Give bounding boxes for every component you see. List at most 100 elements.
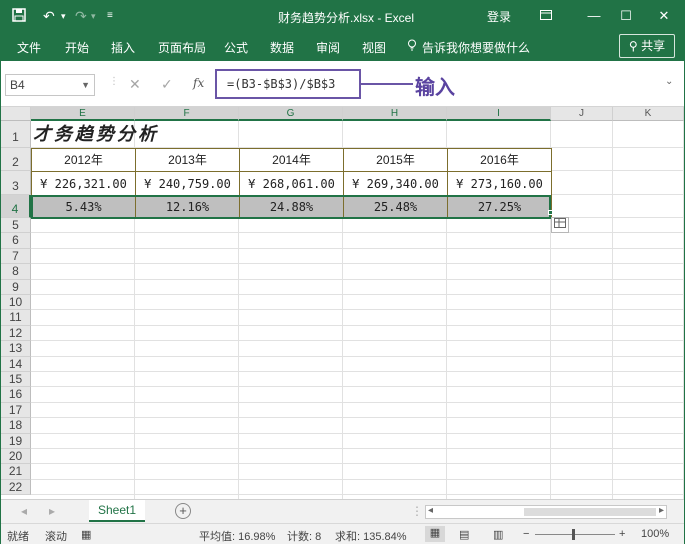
row-header-22[interactable]: 22 (1, 479, 31, 496)
amount-cell-g3[interactable]: ¥ 268,061.00 (239, 171, 344, 196)
redo-icon[interactable]: ↷ (75, 7, 87, 25)
tab-home[interactable]: 开始 (65, 39, 89, 56)
row-header-4[interactable]: 4 (1, 195, 31, 218)
amount-cell-f3[interactable]: ¥ 240,759.00 (135, 171, 240, 196)
amount-cell-e3[interactable]: ¥ 226,321.00 (31, 171, 136, 196)
row-header-2[interactable]: 2 (1, 148, 31, 171)
row-header-6[interactable]: 6 (1, 233, 31, 249)
insert-function-icon[interactable]: fx (193, 76, 204, 90)
horizontal-scrollbar[interactable]: ◂ ▸ (425, 505, 667, 519)
zoom-out-icon[interactable]: − (523, 528, 529, 540)
sheet-tab-sheet1[interactable]: Sheet1 (89, 500, 145, 522)
zoom-slider[interactable] (535, 529, 615, 540)
row-header-15[interactable]: 15 (1, 372, 31, 388)
fill-handle[interactable] (548, 210, 553, 215)
tab-data[interactable]: 数据 (270, 39, 294, 56)
year-cell-g2[interactable]: 2014年 (239, 148, 344, 172)
tab-page-layout[interactable]: 页面布局 (158, 39, 206, 56)
row-header-9[interactable]: 9 (1, 279, 31, 295)
share-button[interactable]: ⚲ 共享 (619, 34, 675, 58)
callout-label: 输入 (415, 77, 455, 99)
row-header-17[interactable]: 17 (1, 402, 31, 419)
status-scroll-lock: 滚动 (45, 531, 67, 543)
scroll-right-icon[interactable]: ▸ (49, 504, 55, 518)
worksheet-grid[interactable]: EFGHIJK 1 2 3 4 5 6 7 8 9 10 11 12 13 14 15 16 17 18 19 20 2… (1, 107, 684, 499)
column-header-f[interactable]: F (135, 107, 239, 121)
save-icon[interactable] (11, 7, 27, 27)
scroll-left-arrow-icon[interactable]: ◂ (428, 505, 433, 516)
scroll-left-icon[interactable]: ◂ (21, 504, 27, 518)
chevron-down-icon[interactable]: ▼ (81, 75, 90, 95)
column-header-i[interactable]: I (447, 107, 551, 121)
row-header-19[interactable]: 19 (1, 433, 31, 449)
year-cell-h2[interactable]: 2015年 (343, 148, 448, 172)
normal-view-icon[interactable]: ▦ (425, 526, 445, 542)
close-icon[interactable]: ✕ (649, 5, 679, 27)
zoom-slider-thumb[interactable] (572, 529, 575, 540)
tab-review[interactable]: 审阅 (316, 39, 340, 56)
ribbon-display-options-icon[interactable] (531, 5, 561, 27)
row-header-7[interactable]: 7 (1, 248, 31, 265)
tab-formulas[interactable]: 公式 (224, 39, 248, 56)
column-header-e[interactable]: E (31, 107, 135, 121)
zoom-in-icon[interactable]: + (619, 528, 625, 540)
undo-dropdown-icon[interactable]: ▾ (61, 7, 66, 25)
tab-split-dots-icon[interactable]: ⋮ (411, 504, 423, 518)
gridline (31, 309, 684, 311)
gridline (31, 463, 684, 465)
page-break-view-icon[interactable]: ▥ (493, 528, 503, 541)
row-header-12[interactable]: 12 (1, 325, 31, 342)
enter-check-icon[interactable]: ✓ (161, 76, 173, 93)
year-cell-e2[interactable]: 2012年 (31, 148, 136, 172)
row-header-13[interactable]: 13 (1, 341, 31, 357)
macro-record-icon[interactable]: ▦ (81, 528, 91, 541)
row-header-20[interactable]: 20 (1, 449, 31, 465)
row-header-21[interactable]: 21 (1, 464, 31, 480)
name-box[interactable]: B4 ▼ (5, 74, 95, 96)
amount-cell-h3[interactable]: ¥ 269,340.00 (343, 171, 448, 196)
zoom-level[interactable]: 100% (641, 528, 669, 540)
tell-me-box[interactable]: 告诉我你想要做什么 (422, 39, 530, 56)
year-cell-i2[interactable]: 2016年 (447, 148, 552, 172)
customize-quick-access-icon[interactable]: ≡ (107, 7, 113, 25)
row-header-10[interactable]: 10 (1, 295, 31, 311)
row-header-16[interactable]: 16 (1, 387, 31, 403)
gridline (683, 121, 684, 499)
redo-dropdown-icon[interactable]: ▾ (91, 7, 96, 25)
row-header-1[interactable]: 1 (1, 121, 31, 148)
maximize-icon[interactable]: ☐ (611, 5, 641, 27)
row-header-11[interactable]: 11 (1, 310, 31, 326)
row-header-8[interactable]: 8 (1, 264, 31, 280)
gridline (31, 247, 684, 249)
row-header-3[interactable]: 3 (1, 171, 31, 195)
add-sheet-icon[interactable]: + (175, 503, 191, 519)
gridline (31, 355, 684, 357)
row-header-5[interactable]: 5 (1, 218, 31, 234)
tab-view[interactable]: 视图 (362, 39, 386, 56)
column-header-k[interactable]: K (613, 107, 684, 121)
row-header-18[interactable]: 18 (1, 418, 31, 434)
year-cell-f2[interactable]: 2013年 (135, 148, 240, 172)
sheet-title-cell[interactable]: 才务趋势分析 (31, 121, 351, 148)
status-ready: 就绪 (7, 531, 29, 543)
cancel-icon[interactable]: ✕ (129, 76, 141, 93)
tab-insert[interactable]: 插入 (111, 39, 135, 56)
login-link[interactable]: 登录 (487, 8, 511, 25)
formula-input[interactable]: =(B3-$B$3)/$B$3 (215, 69, 361, 99)
quick-analysis-icon[interactable] (551, 217, 569, 233)
minimize-icon[interactable]: — (579, 5, 609, 27)
expand-formula-bar-icon[interactable]: ⌄ (665, 76, 673, 87)
column-header-g[interactable]: G (239, 107, 343, 121)
column-header-j[interactable]: J (551, 107, 613, 121)
tab-file[interactable]: 文件 (17, 39, 41, 56)
row-header-14[interactable]: 14 (1, 356, 31, 372)
select-all-corner[interactable] (1, 107, 31, 121)
amount-cell-i3[interactable]: ¥ 273,160.00 (447, 171, 552, 196)
column-header-h[interactable]: H (343, 107, 447, 121)
horizontal-scroll-thumb[interactable] (524, 508, 656, 516)
scroll-right-arrow-icon[interactable]: ▸ (659, 505, 664, 516)
undo-icon[interactable]: ↶ (43, 7, 55, 25)
gridline (31, 432, 684, 434)
page-layout-view-icon[interactable]: ▤ (459, 528, 469, 541)
gridline (31, 294, 684, 295)
